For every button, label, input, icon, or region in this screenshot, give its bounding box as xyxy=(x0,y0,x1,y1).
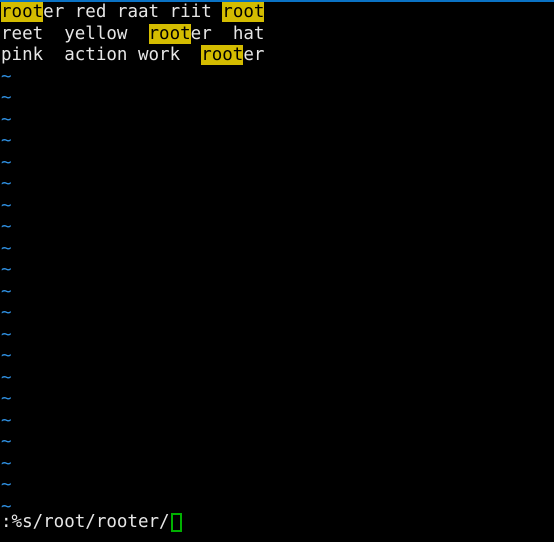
vim-command-line[interactable]: :%s/root/rooter/ xyxy=(0,510,554,534)
search-match: root xyxy=(1,2,44,22)
buffer-text: er xyxy=(243,45,265,65)
empty-line-marker: ~ xyxy=(1,303,12,323)
empty-line-marker: ~ xyxy=(1,453,12,474)
command-line-text: :%s/root/rooter/ xyxy=(1,512,170,532)
empty-line-marker: ~ xyxy=(1,475,12,495)
text-cursor xyxy=(170,512,182,532)
vim-terminal-window: rooter red raat riit root reet yellow roo… xyxy=(0,0,554,542)
buffer-text: reet yellow xyxy=(1,23,149,44)
buffer-text: er hat xyxy=(190,23,265,44)
empty-line-marker: ~ xyxy=(1,109,12,130)
empty-line-marker: ~ xyxy=(1,346,12,366)
search-match: root xyxy=(201,45,244,65)
empty-line-marker: ~ xyxy=(1,432,12,452)
empty-line-marker: ~ xyxy=(1,174,12,194)
buffer-line[interactable]: rooter red raat riit root xyxy=(0,2,554,24)
vim-text-buffer[interactable]: rooter red raat riit root reet yellow roo… xyxy=(0,2,554,520)
empty-line-marker: ~ xyxy=(1,88,12,108)
empty-line-marker: ~ xyxy=(1,66,12,87)
vim-command-line-area[interactable]: :%s/root/rooter/ xyxy=(0,510,554,534)
empty-line-marker: ~ xyxy=(1,238,12,259)
search-match: root xyxy=(148,23,191,44)
empty-line-marker: ~ xyxy=(1,152,12,173)
buffer-line[interactable]: pink action work rooter xyxy=(0,45,554,67)
empty-line-marker: ~ xyxy=(1,367,12,388)
empty-line-marker: ~ xyxy=(1,389,12,409)
buffer-text: pink action work xyxy=(1,45,202,65)
empty-line-marker: ~ xyxy=(1,281,12,302)
empty-line-marker: ~ xyxy=(1,131,12,151)
buffer-text: er red raat riit xyxy=(43,2,223,22)
empty-line-marker: ~ xyxy=(1,217,12,237)
search-match: root xyxy=(222,2,265,22)
empty-line-marker: ~ xyxy=(1,195,12,216)
empty-line-marker: ~ xyxy=(1,410,12,431)
empty-line-marker: ~ xyxy=(1,260,12,280)
buffer-line[interactable]: reet yellow rooter hat xyxy=(0,23,554,46)
empty-line-marker: ~ xyxy=(1,324,12,345)
